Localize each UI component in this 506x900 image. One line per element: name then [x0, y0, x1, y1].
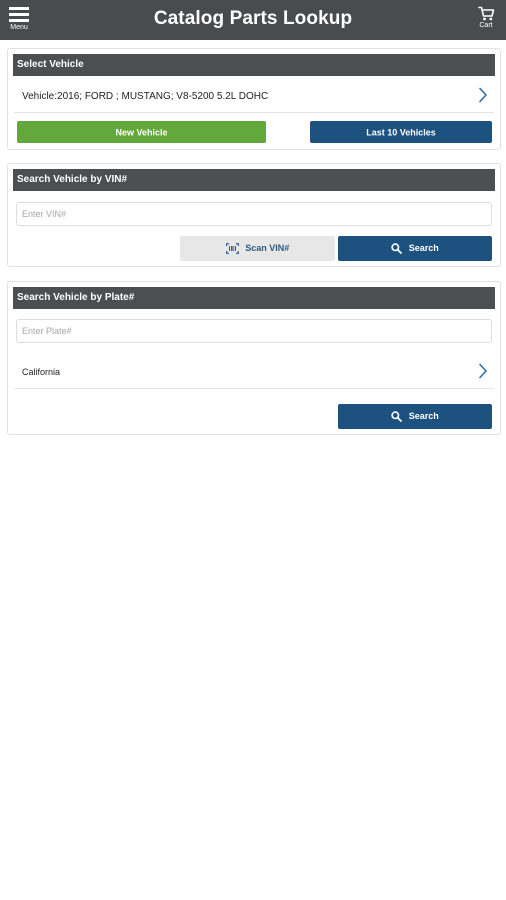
cart-icon [477, 6, 494, 21]
vin-search-label: Search [408, 243, 439, 254]
state-selector-value: California [22, 367, 61, 377]
last-10-vehicles-button[interactable]: Last 10 Vehicles [310, 121, 492, 143]
plate-search-card: Search Vehicle by Plate# California Sear… [7, 281, 501, 435]
scan-vin-button[interactable]: Scan VIN# [180, 236, 335, 261]
last-10-vehicles-label: Last 10 Vehicles [366, 127, 436, 138]
select-vehicle-heading: Select Vehicle [13, 54, 495, 76]
current-vehicle-row[interactable]: Vehicle:2016; FORD ; MUSTANG; V8-5200 5.… [14, 79, 494, 113]
new-vehicle-label: New Vehicle [115, 127, 168, 138]
new-vehicle-button[interactable]: New Vehicle [17, 121, 266, 143]
vin-search-card: Search Vehicle by VIN# Scan VIN# Search [7, 163, 501, 267]
select-vehicle-card: Select Vehicle Vehicle:2016; FORD ; MUST… [7, 48, 501, 150]
plate-search-heading: Search Vehicle by Plate# [13, 287, 495, 309]
plate-search-button[interactable]: Search [338, 404, 492, 429]
search-icon [391, 411, 403, 423]
vin-search-heading: Search Vehicle by VIN# [13, 169, 495, 191]
plate-input[interactable] [16, 319, 492, 343]
chevron-right-icon [479, 363, 487, 379]
state-selector-row[interactable]: California [14, 355, 494, 389]
vin-search-button[interactable]: Search [338, 236, 492, 261]
search-icon [391, 243, 403, 255]
cart-button[interactable]: Cart [476, 6, 496, 30]
app-bar: Menu Catalog Parts Lookup Cart [0, 0, 506, 40]
barcode-scan-icon [225, 243, 239, 255]
vin-input[interactable] [16, 202, 492, 226]
page-title: Catalog Parts Lookup [153, 8, 353, 29]
current-vehicle-text: Vehicle:2016; FORD ; MUSTANG; V8-5200 5.… [22, 91, 269, 102]
chevron-right-icon [479, 87, 487, 103]
plate-search-label: Search [408, 411, 439, 422]
cart-label: Cart [479, 22, 493, 29]
scan-vin-label: Scan VIN# [245, 243, 290, 254]
